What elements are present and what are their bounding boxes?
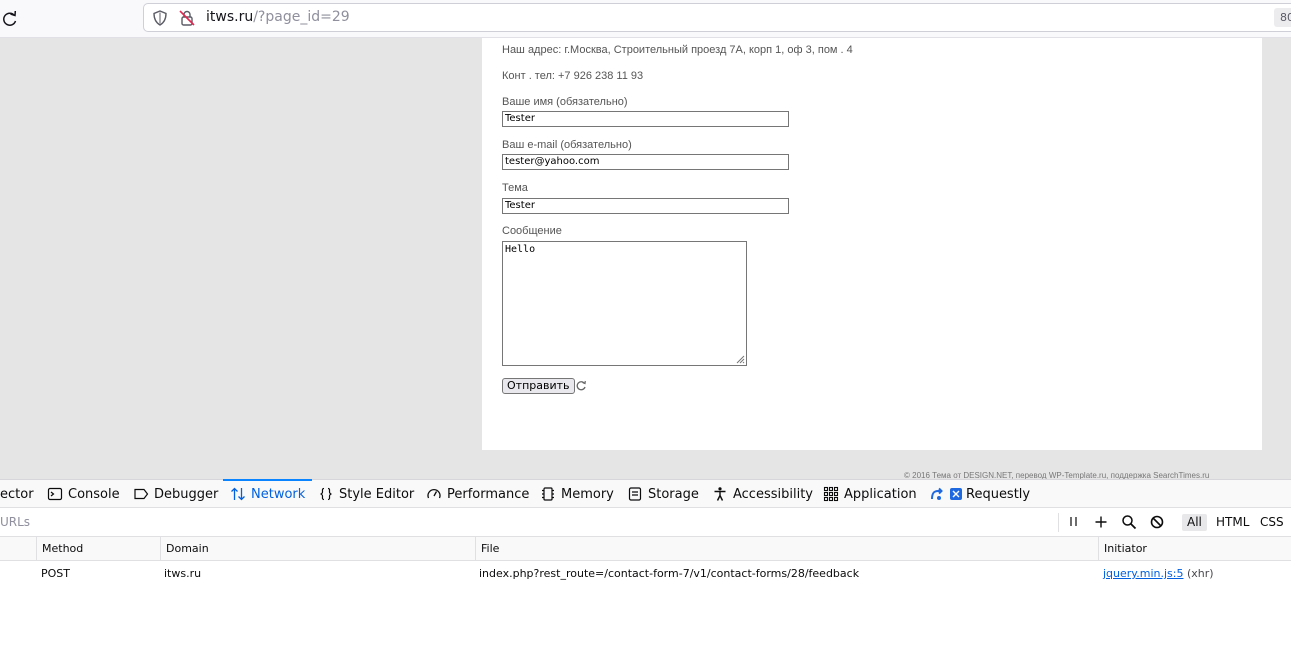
tab-label: Application [844, 486, 917, 502]
request-file: index.php?rest_route=/contact-form-7/v1/… [479, 567, 860, 580]
extension-badge-icon [950, 488, 962, 500]
name-label: Ваше имя (обязательно) [502, 96, 628, 108]
reload-icon[interactable] [0, 9, 20, 29]
column-file[interactable]: File [475, 537, 1098, 561]
url-text[interactable]: itws.ru/?page_id=29 [206, 9, 350, 25]
tab-network[interactable]: Network [223, 479, 313, 508]
requests-table-header: Method Domain File Initiator [0, 537, 1291, 561]
email-label: Ваш e-mail (обязательно) [502, 139, 632, 151]
zoom-indicator[interactable]: 80 [1274, 8, 1291, 27]
shield-icon[interactable] [151, 9, 169, 27]
message-textarea[interactable]: Hello [502, 241, 747, 366]
network-icon [231, 487, 245, 501]
tab-label: Console [68, 486, 120, 502]
url-domain: itws.ru [206, 9, 254, 25]
tab-accessibility[interactable]: Accessibility [712, 480, 813, 508]
column-initiator[interactable]: Initiator [1098, 537, 1291, 561]
requestly-icon [931, 487, 943, 500]
tab-storage[interactable]: Storage [627, 480, 699, 508]
tab-label: Debugger [154, 486, 219, 502]
toolbar-divider [1058, 513, 1059, 532]
tab-application[interactable]: Application [823, 480, 917, 508]
submit-button[interactable]: Отправить [502, 378, 575, 394]
url-path: /?page_id=29 [253, 9, 350, 25]
grid-icon [823, 486, 839, 502]
tab-label: Memory [561, 486, 614, 502]
email-input[interactable]: tester@yahoo.com [502, 154, 789, 170]
filter-all[interactable]: All [1182, 514, 1207, 531]
pause-icon[interactable] [1066, 514, 1082, 530]
footer-credits: © 2016 Тема от DESIGN.NET, перевод WP-Te… [904, 471, 1210, 479]
tab-label: Accessibility [733, 486, 813, 502]
column-domain[interactable]: Domain [160, 537, 475, 561]
initiator-link[interactable]: jquery.min.js:5 [1103, 567, 1183, 580]
insecure-lock-icon[interactable] [178, 9, 196, 27]
phone-text: Конт . тел: +7 926 238 11 93 [502, 70, 644, 82]
tab-label: Network [251, 486, 306, 502]
braces-icon [320, 487, 332, 501]
accessibility-icon [714, 487, 726, 501]
column-method[interactable]: Method [36, 537, 160, 561]
filter-html[interactable]: HTML [1211, 514, 1254, 531]
filter-urls-input[interactable]: URLs [0, 515, 30, 529]
subject-label: Тема [502, 182, 528, 194]
console-icon [47, 487, 63, 501]
tab-debugger[interactable]: Debugger [133, 480, 218, 508]
name-input[interactable]: Tester [502, 111, 789, 127]
filter-css[interactable]: CSS [1255, 514, 1289, 531]
gauge-icon [427, 488, 441, 499]
tab-label: Storage [648, 486, 699, 502]
network-filterbar: URLs All HTML CSS [0, 508, 1291, 537]
storage-icon [628, 487, 642, 501]
tab-inspector[interactable]: ector [0, 480, 34, 508]
chip-icon [542, 487, 554, 501]
tab-performance[interactable]: Performance [426, 480, 529, 508]
browser-toolbar: itws.ru/?page_id=29 80 [0, 0, 1291, 38]
tab-label: Style Editor [339, 486, 415, 502]
request-method: POST [41, 567, 70, 580]
contact-page-content: Наш адрес: г.Москва, Строительный проезд… [482, 38, 1262, 450]
address-bar[interactable]: itws.ru/?page_id=29 80 [143, 3, 1291, 32]
request-initiator: jquery.min.js:5 (xhr) [1098, 562, 1214, 586]
initiator-type: (xhr) [1186, 567, 1214, 580]
table-row[interactable]: POST itws.ru index.php?rest_route=/conta… [0, 562, 1291, 586]
page-viewport: Наш адрес: г.Москва, Строительный проезд… [0, 38, 1291, 479]
clear-icon[interactable] [1149, 514, 1165, 530]
loading-spinner-icon [576, 380, 586, 391]
address-text: Наш адрес: г.Москва, Строительный проезд… [502, 44, 853, 56]
add-icon[interactable] [1093, 514, 1109, 530]
resize-grip-icon[interactable] [736, 355, 745, 364]
tab-style-editor[interactable]: Style Editor [318, 480, 414, 508]
tab-label: Performance [447, 486, 530, 502]
request-domain: itws.ru [164, 567, 202, 580]
devtools-tabbar: ector Console Debugger Network Style Edi… [0, 479, 1291, 508]
tab-memory[interactable]: Memory [540, 480, 614, 508]
debugger-icon [134, 488, 149, 500]
tab-label: ector [0, 486, 34, 502]
search-icon[interactable] [1121, 514, 1137, 530]
tab-label: Requestly [966, 486, 1031, 502]
subject-input[interactable]: Tester [502, 198, 789, 214]
message-label: Сообщение [502, 225, 562, 237]
message-text: Hello [505, 244, 536, 255]
tab-requestly[interactable]: Requestly [929, 480, 1030, 508]
tab-console[interactable]: Console [47, 480, 120, 508]
